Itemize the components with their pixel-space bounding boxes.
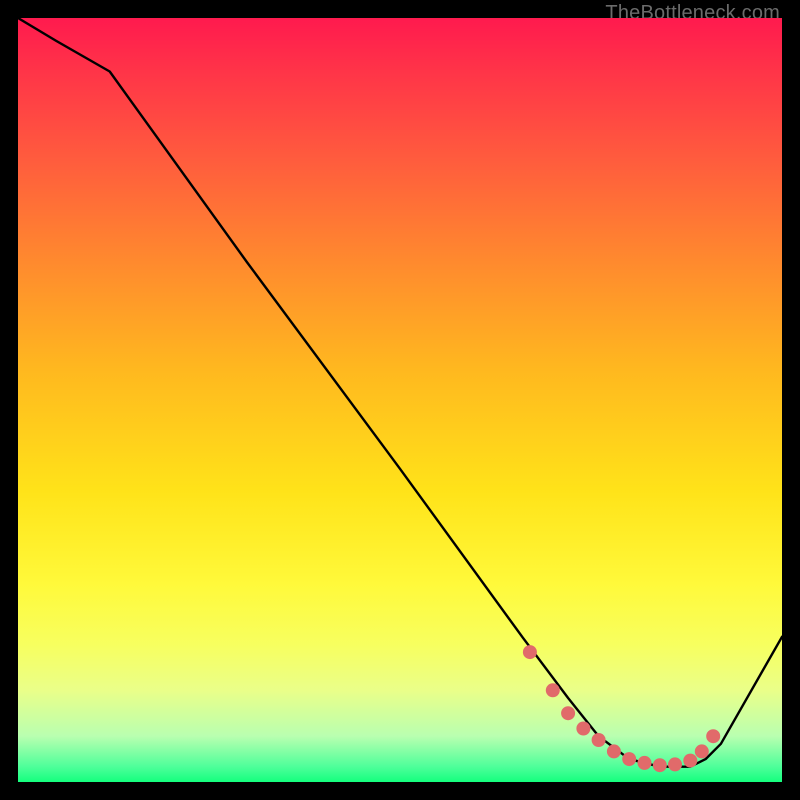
curve-marker-dot: [523, 645, 537, 659]
curve-marker-dot: [638, 756, 652, 770]
curve-marker-dot: [561, 706, 575, 720]
curve-marker-dot: [622, 752, 636, 766]
chart-stage: TheBottleneck.com: [0, 0, 800, 800]
curve-marker-dot: [668, 757, 682, 771]
curve-marker-dot: [706, 729, 720, 743]
curve-marker-dot: [607, 744, 621, 758]
curve-marker-dot: [576, 722, 590, 736]
chart-overlay: [18, 18, 782, 782]
curve-marker-dot: [695, 744, 709, 758]
curve-marker-dot: [683, 754, 697, 768]
bottleneck-curve: [18, 18, 782, 767]
curve-marker-dot: [592, 733, 606, 747]
curve-marker-dot: [546, 683, 560, 697]
curve-marker-dot: [653, 758, 667, 772]
plot-area: [18, 18, 782, 782]
